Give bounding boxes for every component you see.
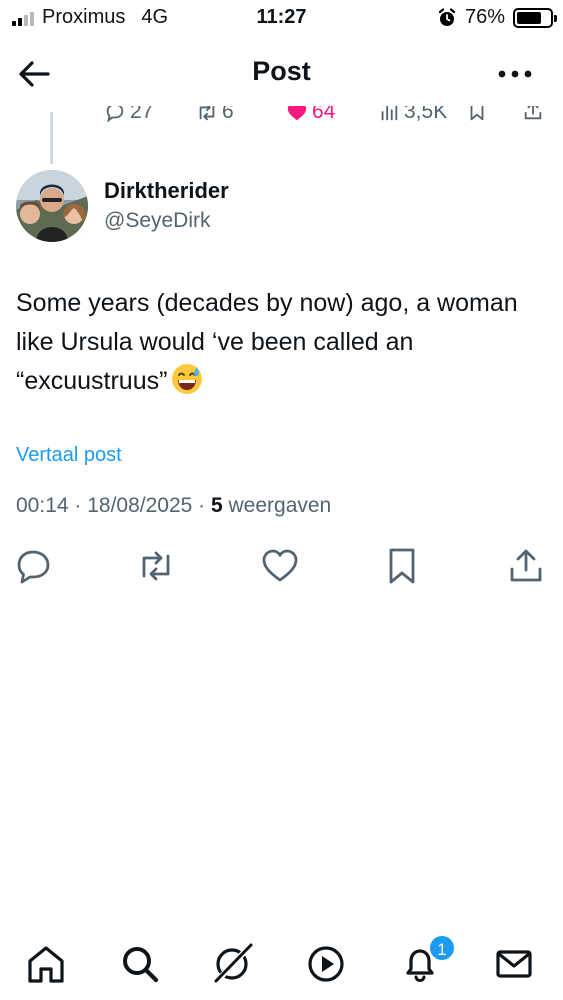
parent-views-count: 3,5K: [404, 106, 448, 123]
thread-line: [50, 112, 53, 164]
grinning-face-with-sweat-icon: [172, 364, 203, 394]
translate-post-link[interactable]: Vertaal post: [16, 444, 122, 467]
home-icon: [28, 946, 64, 983]
tweet-text-content: Some years (decades by now) ago, a woman…: [16, 289, 518, 395]
parent-views-button[interactable]: 3,5K: [378, 106, 447, 124]
bottom-nav: 1: [0, 910, 563, 1000]
nav-home[interactable]: [24, 942, 68, 986]
repost-icon: [142, 551, 170, 581]
play-circle-icon: [308, 946, 344, 982]
status-bar: Proximus 4G 11:27 76%: [0, 0, 563, 36]
author-name[interactable]: Dirktherider: [104, 178, 229, 204]
parent-reply-button[interactable]: 27: [104, 106, 153, 124]
alarm-icon: [438, 7, 456, 26]
avatar-photo: [16, 170, 88, 242]
notification-badge: 1: [428, 934, 456, 962]
reply-icon: [17, 550, 50, 584]
parent-share-button[interactable]: [522, 106, 544, 122]
page-title: Post: [252, 56, 311, 86]
heart-icon: [262, 549, 298, 582]
bookmark-button[interactable]: [382, 546, 422, 586]
nav-grok[interactable]: [210, 942, 254, 986]
grok-icon: [214, 943, 253, 983]
parent-like-button[interactable]: 64: [286, 106, 335, 124]
heart-filled-icon: [287, 106, 307, 121]
battery-percent: 76%: [464, 6, 505, 28]
status-right: 76%: [437, 6, 557, 29]
nav-search[interactable]: [118, 942, 162, 986]
post-header: Post: [0, 42, 563, 106]
repost-button[interactable]: [136, 546, 176, 586]
views-chart-icon: [381, 106, 398, 121]
more-dots-icon: [498, 70, 532, 78]
search-icon: [123, 947, 159, 983]
repost-icon: [199, 106, 215, 121]
nav-notifications[interactable]: 1: [398, 934, 456, 986]
post-action-bar: [0, 546, 563, 586]
post-timestamp: 00:14 · 18/08/2025 ·: [16, 494, 211, 517]
parent-repost-count: 6: [222, 106, 234, 123]
parent-repost-button[interactable]: 6: [196, 106, 234, 124]
battery-icon: [513, 7, 557, 28]
tweet-text: Some years (decades by now) ago, a woman…: [16, 284, 546, 401]
nav-video[interactable]: [304, 942, 348, 986]
share-icon: [510, 549, 542, 582]
avatar[interactable]: [16, 170, 88, 242]
bookmark-icon: [470, 106, 484, 121]
reply-icon: [106, 106, 124, 123]
bookmark-icon: [389, 548, 415, 584]
share-button[interactable]: [506, 546, 546, 586]
share-icon: [524, 106, 542, 120]
more-button[interactable]: [497, 64, 533, 84]
parent-bookmark-button[interactable]: [466, 106, 488, 122]
parent-like-count: 64: [312, 106, 336, 123]
reply-button[interactable]: [14, 546, 54, 586]
parent-reply-count: 27: [130, 106, 154, 123]
post-meta: 00:14 · 18/08/2025 · 5 weergaven: [16, 494, 331, 518]
views-count: 5: [210, 494, 223, 517]
nav-messages[interactable]: [492, 942, 536, 986]
author-handle[interactable]: @SeyeDirk: [104, 209, 211, 233]
views-label: weergaven: [222, 494, 332, 517]
parent-tweet-actions: 27 6 64 3,5K: [0, 106, 563, 132]
mail-icon: [496, 950, 532, 978]
like-button[interactable]: [260, 546, 300, 586]
